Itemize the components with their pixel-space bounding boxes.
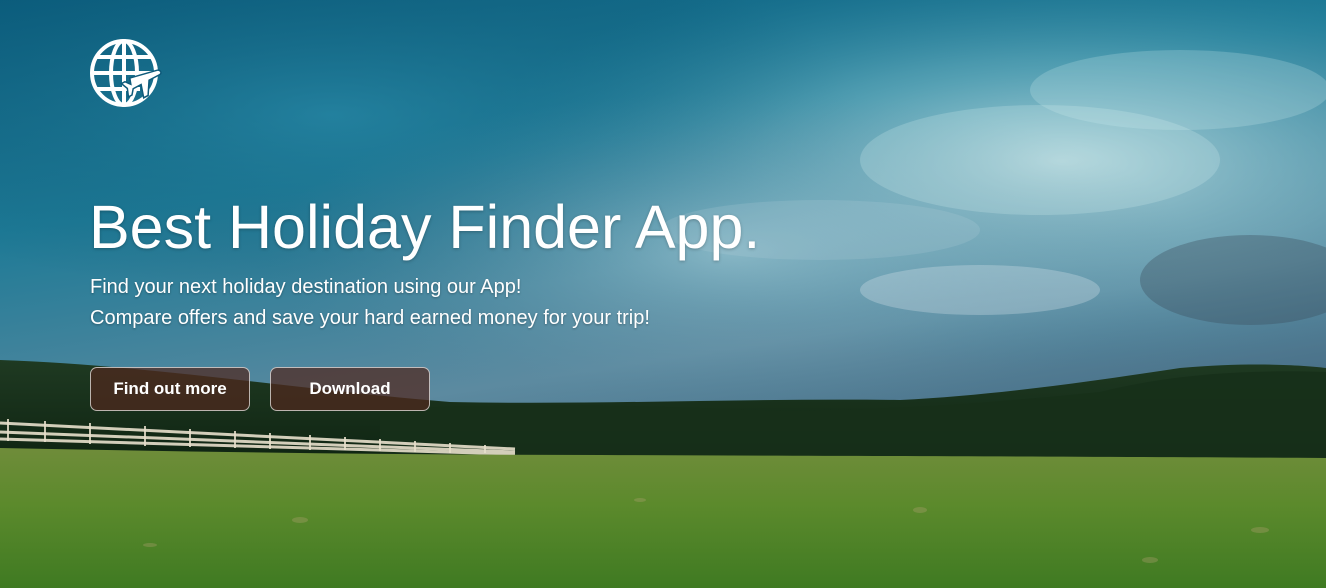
- subtitle-line-2: Compare offers and save your hard earned…: [90, 307, 650, 329]
- globe-airplane-icon[interactable]: [88, 37, 166, 113]
- find-out-more-button[interactable]: Find out more: [90, 367, 250, 411]
- download-button[interactable]: Download: [270, 367, 430, 411]
- hero-section: Best Holiday Finder App. Find your next …: [0, 0, 1326, 588]
- subtitle-line-1: Find your next holiday destination using…: [90, 276, 522, 298]
- globe-airplane-icon-graphic: [90, 39, 162, 107]
- page-title: Best Holiday Finder App.: [89, 193, 761, 261]
